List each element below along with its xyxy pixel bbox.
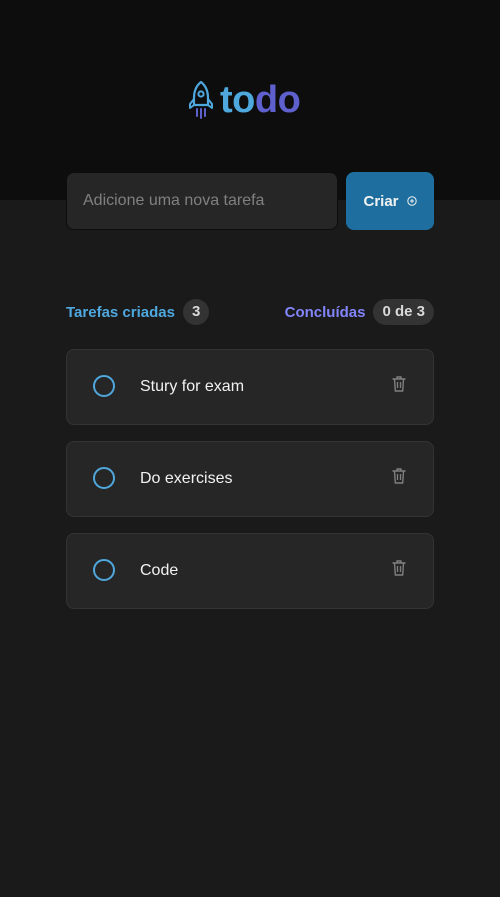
task-text: Stury for exam xyxy=(140,378,245,395)
create-button-label: Criar xyxy=(363,192,399,210)
task-item: Do exercises xyxy=(66,441,434,517)
task-checkbox[interactable] xyxy=(93,467,115,489)
rocket-icon xyxy=(189,80,213,119)
created-tasks-count: 3 xyxy=(182,299,210,325)
header: todo xyxy=(0,0,500,200)
plus-circle-icon xyxy=(406,196,417,206)
task-stats: Tarefas criadas 3 Concluídas 0 de 3 xyxy=(66,299,434,325)
created-tasks-stat: Tarefas criadas 3 xyxy=(66,299,210,325)
task-item: Stury for exam xyxy=(66,349,434,425)
completed-tasks-count: 0 de 3 xyxy=(373,299,434,325)
completed-tasks-label: Concluídas xyxy=(284,303,366,321)
task-text: Do exercises xyxy=(140,470,233,487)
app-title-part2: do xyxy=(254,79,301,121)
task-item: Code xyxy=(66,533,434,609)
created-tasks-label: Tarefas criadas xyxy=(66,303,175,321)
completed-tasks-stat: Concluídas 0 de 3 xyxy=(285,299,434,325)
trash-icon[interactable] xyxy=(391,559,407,577)
app-title-part1: to xyxy=(220,79,255,121)
new-task-input[interactable] xyxy=(66,172,338,230)
task-checkbox[interactable] xyxy=(93,559,115,581)
task-checkbox[interactable] xyxy=(93,375,115,397)
app-title: todo xyxy=(220,78,301,122)
trash-icon[interactable] xyxy=(391,375,407,393)
task-list: Stury for exam Do exercises Code xyxy=(66,349,434,625)
trash-icon[interactable] xyxy=(391,467,407,485)
app-logo: todo xyxy=(188,78,301,122)
task-text: Code xyxy=(140,562,179,579)
create-task-button[interactable]: Criar xyxy=(346,172,434,230)
